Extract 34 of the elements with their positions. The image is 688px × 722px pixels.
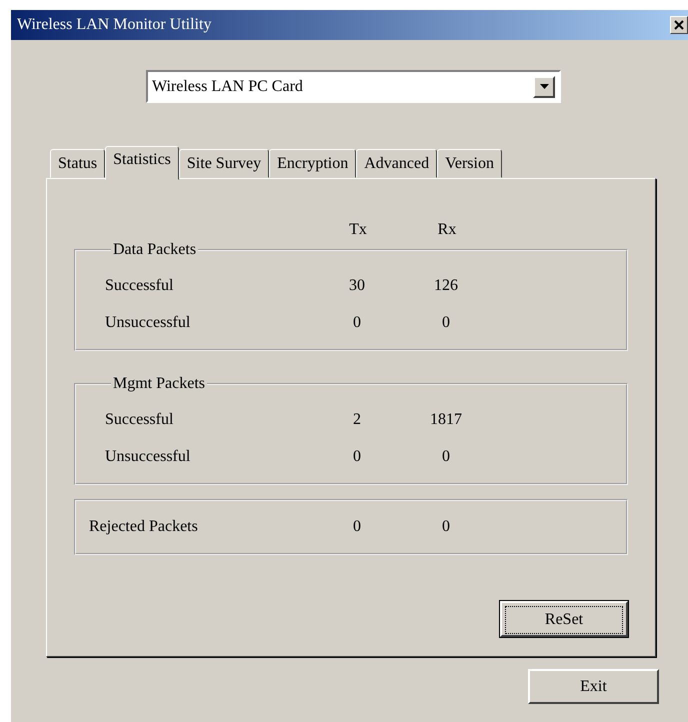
rx-value: 0: [441, 518, 451, 536]
rx-value: 0: [441, 314, 451, 332]
exit-button[interactable]: Exit: [528, 669, 659, 704]
tab[interactable]: Version: [437, 149, 502, 178]
row-label: Unsuccessful: [105, 448, 192, 466]
tab[interactable]: Encryption: [269, 149, 356, 178]
tx-value: 2: [352, 410, 362, 428]
row-label: Successful: [105, 410, 174, 428]
tx-value: 30: [348, 276, 366, 294]
device-dropdown[interactable]: Wireless LAN PC Card: [146, 70, 561, 103]
group-title: Mgmt Packets: [112, 375, 206, 393]
window-title: Wireless LAN Monitor Utility: [17, 16, 212, 34]
group-title: Data Packets: [112, 241, 198, 259]
tx-value: 0: [352, 518, 362, 536]
tab[interactable]: Site Survey: [178, 149, 270, 178]
tab[interactable]: Advanced: [356, 149, 438, 178]
tx-value: 0: [352, 314, 362, 332]
column-header: Tx: [348, 221, 368, 239]
row-label: Rejected Packets: [89, 518, 199, 536]
close-button[interactable]: [670, 16, 688, 34]
caret-icon: [540, 84, 548, 89]
close-icon: [674, 20, 684, 30]
rx-value: 126: [433, 276, 459, 294]
tab[interactable]: Statistics: [105, 146, 179, 180]
tx-value: 0: [352, 448, 362, 466]
column-header: Rx: [436, 221, 458, 239]
dropdown-value: Wireless LAN PC Card: [152, 78, 303, 96]
rx-value: 1817: [429, 410, 463, 428]
dropdown-button[interactable]: [533, 76, 555, 98]
row-label: Successful: [105, 276, 174, 294]
rx-value: 0: [441, 448, 451, 466]
row-label: Unsuccessful: [105, 314, 192, 332]
reset-button[interactable]: ReSet: [500, 601, 628, 637]
tab[interactable]: Status: [50, 149, 106, 178]
